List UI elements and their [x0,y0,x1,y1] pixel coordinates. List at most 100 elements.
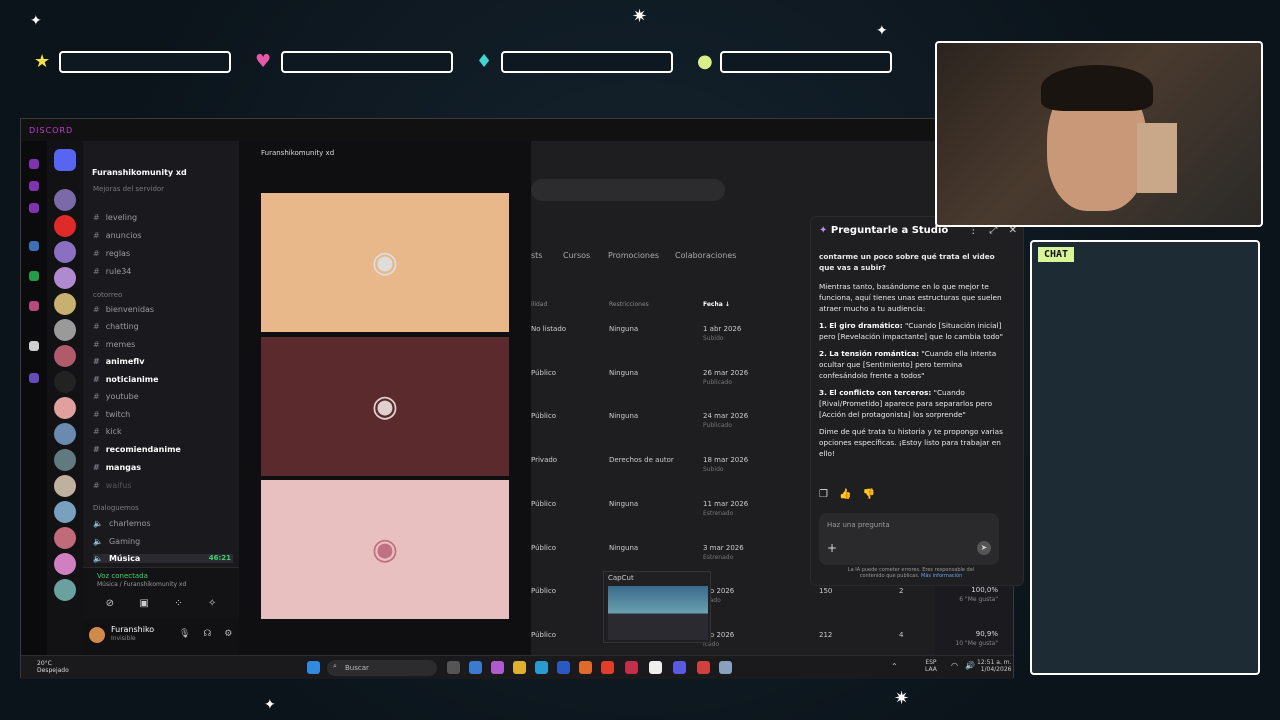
taskbar-search[interactable]: ⌕ Buscar [327,660,437,676]
channel-anuncios[interactable]: # anuncios [93,231,142,240]
server-icon[interactable] [54,579,76,601]
voice-channel-active[interactable]: 🔈 Música 46:21 [93,554,233,563]
settings-icon[interactable] [719,661,732,674]
edge-icon[interactable] [535,661,548,674]
server-icon[interactable] [54,449,76,471]
soundboard-icon[interactable]: ✧ [208,598,216,609]
server-icon[interactable] [54,397,76,419]
screen-share-icon[interactable]: ▣ [139,598,148,609]
microphone-icon[interactable]: 🎙 [179,629,190,639]
server-icon[interactable] [54,319,76,341]
app-icon[interactable] [625,661,638,674]
capcut-preview[interactable]: CapCut [603,571,711,643]
server-icon[interactable] [54,189,76,211]
headphones-icon[interactable]: ☊ [203,629,211,639]
prompt-box[interactable]: Haz una pregunta + ➤ [819,513,999,565]
channel-item[interactable]: # animeflv [93,357,144,366]
category-cotorreo[interactable]: cotorreo [93,291,122,299]
clock[interactable]: 12:51 a. m. 1/04/2026 [977,659,1011,673]
channel-item[interactable]: # bienvenidas [93,305,154,314]
server-icon[interactable] [54,475,76,497]
participant-tile[interactable]: ◉ [261,480,509,619]
task-view-icon[interactable] [447,661,460,674]
send-icon[interactable]: ➤ [977,541,991,555]
word-icon[interactable] [557,661,570,674]
language-indicator[interactable]: ESP LAA [925,659,937,673]
app-icon[interactable] [579,661,592,674]
thumbs-down-icon[interactable]: 👎 [863,489,875,500]
server-icon[interactable] [54,527,76,549]
folder-icon[interactable] [513,661,526,674]
channel-item[interactable]: # recomiendanime [93,445,181,454]
column-header-sorted[interactable]: Fecha ↓ [703,301,730,308]
avatar[interactable] [89,627,105,643]
search-input[interactable] [531,179,725,201]
x-icon[interactable] [29,341,39,351]
server-icon[interactable] [54,345,76,367]
copy-icon[interactable]: ❐ [819,489,828,500]
table-row[interactable]: Público feb 2026 licado 150 2 [531,587,935,631]
channel-item[interactable]: # memes [93,340,135,349]
boost-hint[interactable]: Mejoras del servidor [93,185,164,193]
server-icon[interactable] [54,293,76,315]
channel-rule34[interactable]: # rule34 [93,267,131,276]
app-icon[interactable] [697,661,710,674]
kick-server-icon[interactable] [54,371,76,393]
capcut-icon[interactable] [649,661,662,674]
tab-colaboraciones[interactable]: Colaboraciones [675,251,736,260]
thumbs-up-icon[interactable]: 👍 [839,489,851,500]
channel-item[interactable]: # kick [93,427,122,436]
whatsapp-icon[interactable] [29,271,39,281]
discord-icon[interactable] [29,373,39,383]
discord-home-icon[interactable] [54,149,76,171]
channel-item[interactable]: # youtube [93,392,139,401]
participant-tile[interactable]: ◉ [261,337,509,476]
tab-promociones[interactable]: Promociones [608,251,659,260]
activities-icon[interactable]: ⁘ [174,598,182,609]
camera-off-icon[interactable]: ⊘ [106,598,114,609]
voice-location[interactable]: Música / Furanshikomunity xd [97,581,186,588]
channel-reglas[interactable]: # reglas [93,249,130,258]
add-icon[interactable]: + [827,541,837,555]
column-header[interactable]: ilidad [531,301,547,308]
prompt-input[interactable]: Haz una pregunta [827,521,890,529]
app-icon[interactable] [29,159,39,169]
hud-bar [720,51,892,73]
server-icon[interactable] [54,501,76,523]
server-icon[interactable] [54,553,76,575]
volume-icon[interactable]: 🔊 [965,661,975,670]
chrome-icon[interactable] [601,661,614,674]
tab-cursos[interactable]: Cursos [563,251,590,260]
tab-item[interactable]: sts [531,251,542,260]
app-icon[interactable] [29,241,39,251]
store-icon[interactable] [469,661,482,674]
channel-item[interactable]: # chatting [93,322,139,331]
voice-channel-item[interactable]: 🔈 Gaming [93,537,140,546]
youtube-server-icon[interactable] [54,215,76,237]
server-icon[interactable] [54,241,76,263]
wifi-icon[interactable]: ◠ [951,661,958,670]
tray-chevron-icon[interactable]: ⌃ [891,662,898,671]
app-icon[interactable] [29,181,39,191]
column-header[interactable]: Restricciones [609,301,649,308]
channel-item[interactable]: # noticianime [93,375,159,384]
server-name[interactable]: Furanshikomunity xd [92,168,187,177]
voice-channel-item[interactable]: 🔈 charlemos [93,519,151,528]
channel-item[interactable]: # waifus [93,481,131,490]
structure-item: 1. El giro dramático: "Cuando [Situación… [819,320,1005,342]
copilot-icon[interactable] [491,661,504,674]
channel-leveling[interactable]: # leveling [93,213,137,222]
app-icon[interactable] [29,203,39,213]
app-icon[interactable] [673,661,686,674]
windows-start-icon[interactable] [307,661,320,674]
weather-widget[interactable]: 20°C Despejado [37,660,69,674]
channel-item[interactable]: # twitch [93,410,130,419]
category-dialoguemos[interactable]: Dialoguemos [93,504,139,512]
participant-tile[interactable]: ◉ [261,193,509,332]
server-icon[interactable] [54,423,76,445]
instagram-icon[interactable] [29,301,39,311]
server-icon[interactable] [54,267,76,289]
channel-item[interactable]: # mangas [93,463,141,472]
more-info-link[interactable]: Más información [921,573,962,579]
gear-icon[interactable]: ⚙ [224,629,232,639]
